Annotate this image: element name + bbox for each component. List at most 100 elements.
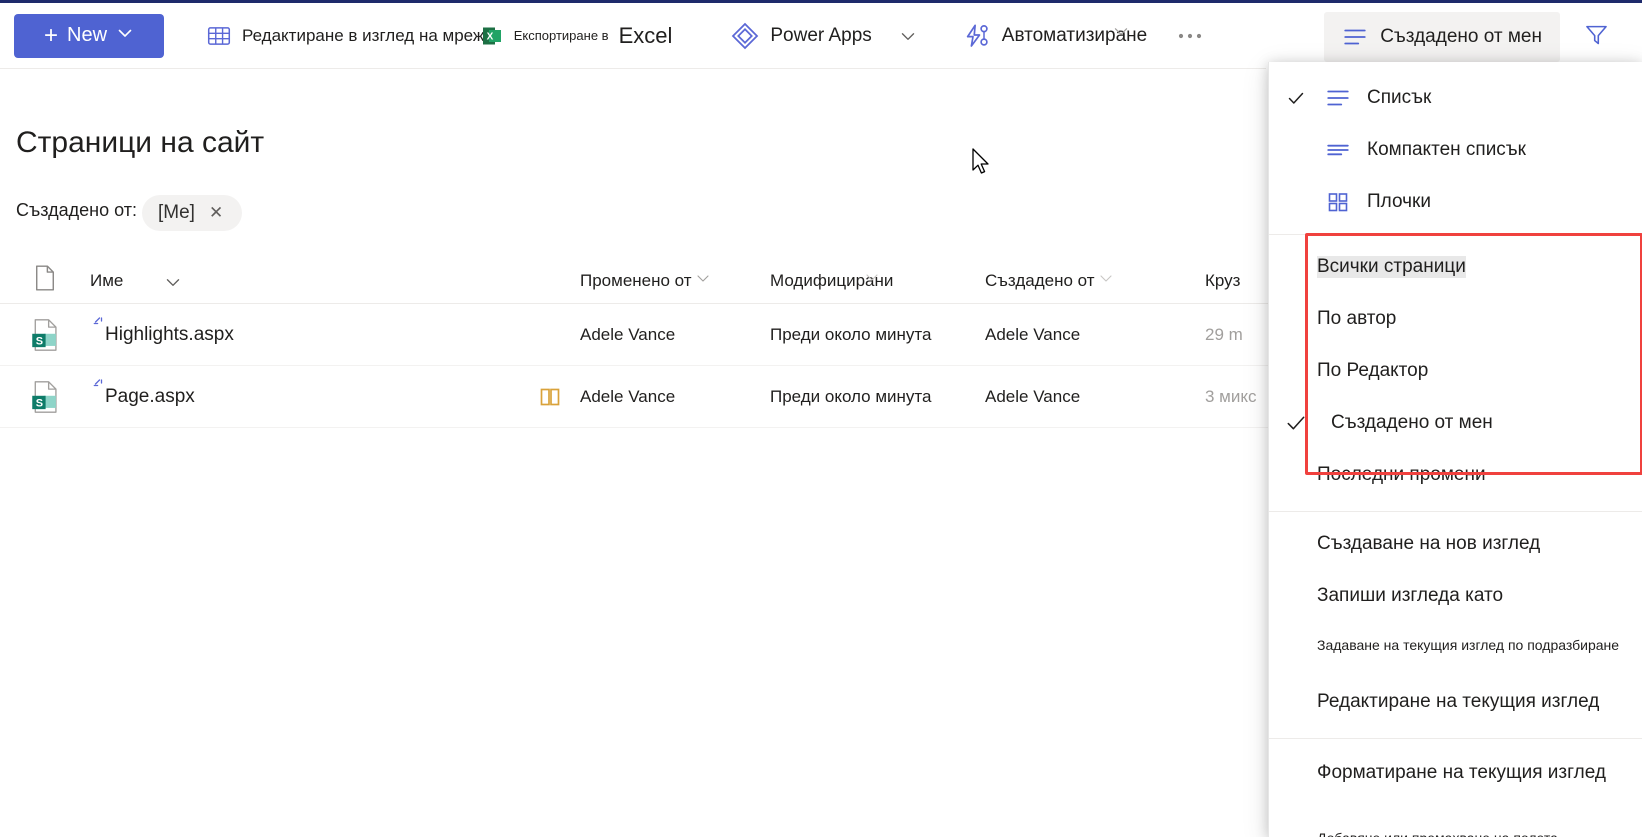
chevron-down-icon — [694, 267, 712, 287]
menu-item-created-by-me[interactable]: Създадено от мен — [1269, 397, 1642, 449]
menu-item-tiles-label: Плочки — [1367, 191, 1431, 212]
menu-divider — [1269, 738, 1642, 739]
menu-divider — [1269, 234, 1642, 235]
menu-item-save-view-as-label: Запиши изгледа като — [1317, 585, 1504, 606]
tiles-icon — [1323, 190, 1353, 214]
list-view-icon — [1342, 26, 1368, 48]
page-title: Страници на сайт — [16, 126, 265, 159]
menu-item-all-pages-label: Всички страници — [1317, 256, 1466, 278]
row-modified: Преди около минута — [770, 386, 932, 406]
row-created-by: Adele Vance — [985, 386, 1081, 406]
menu-item-created-by-me-label: Създадено от мен — [1331, 412, 1493, 433]
power-apps-chevron[interactable] — [894, 26, 922, 46]
sharepoint-site-pages-screen: + New Редактиране в изглед на мрежа X Ек… — [0, 0, 1642, 837]
column-header-modified[interactable]: Модифицирани — [770, 271, 985, 291]
power-apps-button[interactable]: Power Apps — [722, 12, 879, 60]
automate-chevron[interactable] — [1107, 21, 1135, 41]
row-created-by: Adele Vance — [985, 324, 1081, 344]
edit-in-grid-view-button[interactable]: Редактиране в изглед на мрежа — [198, 12, 502, 60]
row-file-name[interactable]: Highlights.aspx — [105, 324, 234, 346]
automate-icon — [962, 21, 992, 51]
export-to-excel-button[interactable]: X Експортиране в Excel — [472, 12, 681, 60]
row-modified-by: Adele Vance — [580, 386, 676, 406]
excel-icon: X — [480, 24, 504, 48]
menu-item-by-editor-label: По Редактор — [1317, 360, 1429, 381]
menu-item-all-pages[interactable]: Всички страници — [1269, 241, 1642, 293]
menu-item-create-new-view[interactable]: Създаване на нов изглед — [1269, 518, 1642, 570]
menu-item-edit-current-view-label: Редактиране на текущия изглед — [1317, 691, 1600, 712]
menu-divider — [1269, 511, 1642, 512]
menu-item-create-new-view-label: Създаване на нов изглед — [1317, 533, 1541, 554]
filter-button[interactable] — [1568, 12, 1624, 62]
row-file-name[interactable]: Page.aspx — [105, 386, 195, 408]
list-view-icon — [1323, 87, 1353, 109]
new-button[interactable]: + New — [14, 13, 164, 58]
close-icon[interactable]: ✕ — [209, 203, 223, 223]
column-header-created-by[interactable]: Създадено от — [985, 271, 1205, 291]
command-bar-divider — [0, 68, 1266, 69]
edit-in-grid-view-label: Редактиране в изглед на мрежа — [242, 25, 494, 45]
news-book-icon — [520, 385, 580, 409]
menu-item-format-current-view-label: Форматиране на текущия изглед — [1317, 762, 1606, 783]
view-switcher-menu: Списък Компактен списък Плочки Всички ст… — [1268, 62, 1642, 837]
svg-text:S: S — [36, 397, 43, 409]
filter-label: Създадено от: — [16, 200, 137, 220]
menu-item-save-view-as[interactable]: Запиши изгледа като — [1269, 570, 1642, 622]
active-filter-row: Създадено от: [Me] ✕ — [16, 195, 242, 231]
menu-item-set-current-view-default-label: Задаване на текущия изглед по подразбира… — [1317, 637, 1620, 653]
new-button-label: New — [67, 24, 108, 46]
chevron-down-icon — [116, 24, 134, 48]
overflow-ellipsis-icon[interactable] — [1173, 19, 1207, 53]
row-modified: Преди около минута — [770, 324, 932, 344]
row-modified-by: Adele Vance — [580, 324, 676, 344]
menu-item-by-editor[interactable]: По Редактор — [1269, 345, 1642, 397]
menu-item-format-current-view[interactable]: Форматиране на текущия изглед — [1269, 747, 1642, 799]
file-type-icon — [34, 265, 56, 296]
filter-icon — [1583, 21, 1610, 53]
plus-icon: + — [43, 21, 58, 49]
menu-item-add-remove-fields[interactable]: Добавяне или премахване на полета — [1269, 815, 1642, 837]
power-apps-icon — [730, 21, 760, 51]
column-header-created-by-label: Създадено от — [985, 270, 1095, 290]
column-header-modified-by-label: Променено от — [580, 270, 692, 290]
menu-item-list-label: Списък — [1367, 87, 1432, 108]
new-sparkle-icon — [90, 377, 104, 397]
column-header-modified-by[interactable]: Променено от — [580, 271, 770, 291]
row-file-name-cell[interactable]: Page.aspx — [90, 378, 520, 408]
menu-item-by-author-label: По автор — [1317, 308, 1397, 329]
menu-item-list[interactable]: Списък — [1269, 72, 1642, 124]
menu-item-compact-list-label: Компактен списък — [1367, 139, 1526, 160]
row-file-icon: S — [0, 318, 90, 352]
menu-item-recent-changes[interactable]: Последни промени — [1269, 449, 1642, 501]
menu-item-by-author[interactable]: По автор — [1269, 293, 1642, 345]
command-bar-right-tools: Създадено от мен — [1324, 12, 1642, 62]
mouse-cursor — [972, 148, 992, 183]
menu-item-tiles[interactable]: Плочки — [1269, 176, 1642, 228]
chevron-down-icon — [1097, 267, 1115, 287]
export-to-excel-label: Експортиране в — [513, 28, 609, 43]
check-icon — [1283, 88, 1309, 108]
menu-item-edit-current-view[interactable]: Редактиране на текущия изглед — [1269, 676, 1642, 728]
column-header-extra-label: Круз — [1205, 270, 1241, 290]
grid-view-icon — [206, 23, 232, 49]
command-bar: + New Редактиране в изглед на мрежа X Ек… — [0, 3, 1642, 68]
filter-pill-value: [Me] — [158, 202, 195, 223]
filter-pill[interactable]: [Me] ✕ — [142, 195, 242, 231]
chevron-down-icon — [863, 266, 881, 286]
power-apps-label: Power Apps — [770, 24, 872, 46]
new-sparkle-icon — [90, 315, 104, 335]
column-header-name[interactable]: Име — [90, 270, 520, 292]
view-switcher-button[interactable]: Създадено от мен — [1324, 12, 1560, 62]
svg-text:X: X — [486, 31, 493, 42]
column-header-name-label: Име — [90, 270, 124, 290]
menu-item-set-current-view-default[interactable]: Задаване на текущия изглед по подразбира… — [1269, 622, 1642, 668]
view-switcher-label: Създадено от мен — [1380, 26, 1542, 47]
row-file-name-cell[interactable]: Highlights.aspx — [90, 316, 520, 346]
column-header-file-type[interactable] — [0, 265, 90, 296]
check-icon — [1283, 412, 1309, 434]
compact-list-icon — [1323, 139, 1353, 161]
menu-item-compact-list[interactable]: Компактен списък — [1269, 124, 1642, 176]
export-to-excel-label2: Excel — [618, 22, 673, 48]
svg-text:S: S — [36, 335, 43, 347]
menu-item-recent-changes-label: Последни промени — [1317, 464, 1486, 485]
